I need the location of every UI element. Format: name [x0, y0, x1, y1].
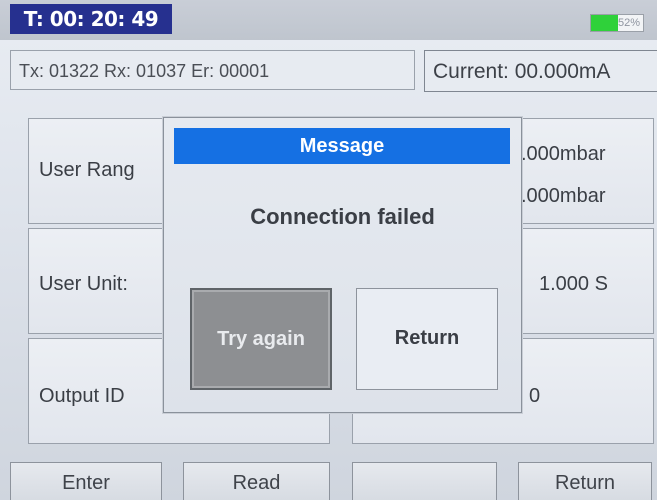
try-again-button[interactable]: Try again [190, 288, 332, 390]
user-unit-value: 1.000 S [539, 273, 608, 295]
battery-percent: 52% [617, 17, 640, 29]
dialog-return-button[interactable]: Return [356, 288, 498, 390]
user-unit-label: User Unit: [39, 273, 128, 295]
dialog-title: Message [174, 128, 510, 164]
return-softkey[interactable]: Return [518, 462, 652, 500]
device-screen: T: 00: 20: 49 52% Tx: 01322 Rx: 01037 Er… [0, 0, 657, 500]
output-id-label: Output ID [39, 385, 125, 407]
elapsed-timer: T: 00: 20: 49 [10, 4, 172, 34]
dialog-message: Connection failed [250, 204, 435, 229]
blank-softkey[interactable] [352, 462, 497, 500]
battery-icon: 52% [590, 14, 644, 32]
user-range-label: User Rang [39, 159, 135, 181]
range-lower-value: .000mbar [521, 185, 606, 207]
output-id-value: 0 [529, 385, 541, 407]
title-bar: T: 00: 20: 49 52% [0, 0, 657, 40]
read-button[interactable]: Read [183, 462, 330, 500]
range-upper-value: .000mbar [521, 143, 606, 165]
enter-button[interactable]: Enter [10, 462, 162, 500]
current-readout: Current: 00.000mA [424, 50, 657, 92]
comm-counters: Tx: 01322 Rx: 01037 Er: 00001 [10, 50, 415, 90]
message-dialog: Message Connection failed Try again Retu… [163, 117, 522, 413]
